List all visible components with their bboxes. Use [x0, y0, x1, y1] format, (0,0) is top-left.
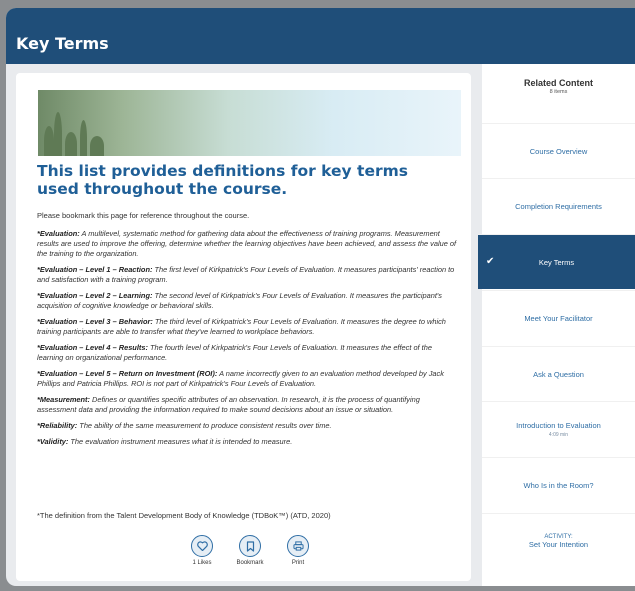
sidebar-item-label: Key Terms [538, 257, 575, 267]
bookmark-label: Bookmark [236, 560, 264, 566]
plant-decoration [80, 120, 87, 156]
like-count-label: 1 Likes [192, 560, 212, 566]
bookmark-icon [239, 535, 261, 557]
sidebar-item-label: Course Overview [529, 146, 588, 156]
plant-decoration [90, 136, 104, 156]
sidebar-item-introduction-to-evaluation[interactable]: Introduction to Evaluation 4:09 min [482, 401, 635, 456]
header-bar: Key Terms [6, 8, 635, 64]
sidebar-item-meet-your-facilitator[interactable]: Meet Your Facilitator [482, 290, 635, 345]
term-definition: The evaluation instrument measures what … [68, 437, 293, 446]
print-label: Print [291, 560, 305, 566]
sidebar-item-who-is-in-the-room[interactable]: Who Is in the Room? [482, 457, 635, 512]
sidebar-item-label: Who Is in the Room? [523, 480, 594, 490]
term-name: *Validity: [37, 437, 69, 446]
sidebar-item-label: Set Your Intention [528, 539, 589, 549]
related-content-sidebar: Related Content 8 items Course Overview … [478, 64, 635, 586]
sidebar-item-label: Meet Your Facilitator [524, 313, 593, 323]
plant-decoration [54, 112, 62, 156]
plant-decoration [44, 126, 54, 156]
term-name: *Measurement: [37, 395, 90, 404]
term-entry: *Evaluation – Level 5 – Return on Invest… [37, 369, 457, 389]
term-entry: *Measurement: Defines or quantifies spec… [37, 395, 457, 415]
screen-frame: Key Terms This list provides definitions… [0, 0, 635, 591]
print-button[interactable]: Print [278, 535, 318, 566]
heart-icon [191, 535, 213, 557]
sidebar-item-completion-requirements[interactable]: Completion Requirements [482, 178, 635, 233]
sidebar-item-ask-a-question[interactable]: Ask a Question [482, 346, 635, 401]
bookmark-button[interactable]: Bookmark [230, 535, 270, 566]
sidebar-item-label: Completion Requirements [515, 201, 602, 211]
sidebar-item-key-terms[interactable]: ✔ Key Terms [478, 234, 635, 289]
term-name: *Evaluation – Level 1 – Reaction: [37, 265, 153, 274]
sidebar-item-set-your-intention[interactable]: ACTIVITY: Set Your Intention [482, 513, 635, 568]
term-entry: *Reliability: The ability of the same me… [37, 421, 457, 431]
app-window: Key Terms This list provides definitions… [6, 8, 635, 586]
term-entry: *Evaluation – Level 4 – Results: The fou… [37, 343, 457, 363]
sidebar-title: Related Content [523, 78, 593, 88]
term-definition: The ability of the same measurement to p… [77, 421, 332, 430]
sidebar-item-duration: 4:09 min [548, 431, 569, 438]
checkmark-icon: ✔ [486, 256, 495, 267]
term-name: *Evaluation – Level 5 – Return on Invest… [37, 369, 218, 378]
action-bar: 1 Likes Bookmark Print [176, 535, 326, 575]
content-heading: This list provides definitions for key t… [37, 162, 408, 198]
sidebar-item-count: 8 items [549, 89, 568, 95]
sidebar-item-label: Introduction to Evaluation [516, 420, 601, 430]
printer-icon [287, 535, 309, 557]
term-name: *Evaluation – Level 3 – Behavior: [37, 317, 153, 326]
term-entry: *Evaluation – Level 1 – Reaction: The fi… [37, 265, 457, 285]
term-name: *Evaluation – Level 2 – Learning: [37, 291, 153, 300]
term-definition: A multilevel, systematic method for gath… [37, 229, 457, 258]
plant-decoration [65, 132, 77, 156]
term-name: *Evaluation – Level 4 – Results: [37, 343, 148, 352]
term-entry: *Evaluation – Level 2 – Learning: The se… [37, 291, 457, 311]
term-entry: *Evaluation: A multilevel, systematic me… [37, 229, 457, 259]
page-title: Key Terms [16, 34, 109, 53]
content-card: This list provides definitions for key t… [16, 73, 471, 581]
term-definition: Defines or quantifies specific attribute… [37, 395, 420, 414]
intro-text: Please bookmark this page for reference … [37, 211, 250, 220]
term-entry: *Validity: The evaluation instrument mea… [37, 437, 457, 447]
footnote: *The definition from the Talent Developm… [37, 511, 331, 520]
key-terms-list: *Evaluation: A multilevel, systematic me… [37, 229, 457, 453]
term-name: *Evaluation: [37, 229, 80, 238]
like-button[interactable]: 1 Likes [182, 535, 222, 566]
sidebar-header: Related Content 8 items [482, 78, 635, 95]
sidebar-item-label: Ask a Question [533, 369, 584, 379]
sidebar-item-course-overview[interactable]: Course Overview [482, 123, 635, 178]
term-name: *Reliability: [37, 421, 78, 430]
banner-image [38, 90, 461, 156]
term-entry: *Evaluation – Level 3 – Behavior: The th… [37, 317, 457, 337]
